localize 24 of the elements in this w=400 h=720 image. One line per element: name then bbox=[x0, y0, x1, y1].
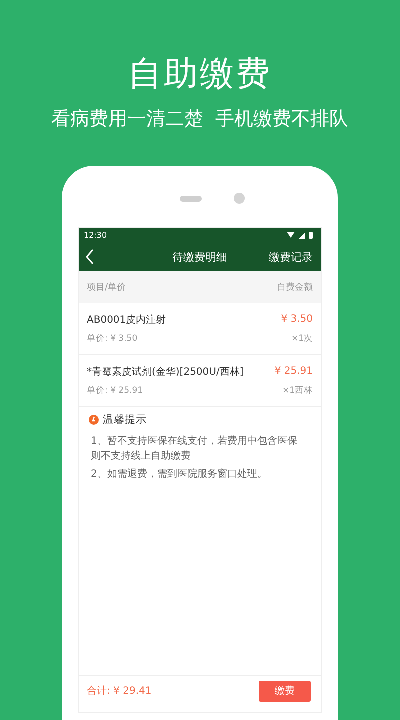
speaker-icon bbox=[180, 196, 202, 202]
subtitle: 看病费用一清二楚 手机缴费不排队 bbox=[51, 107, 349, 132]
item-name: AB0001皮内注射 bbox=[87, 314, 166, 326]
unit-price: 单价: ¥ 3.50 bbox=[87, 332, 138, 344]
tip-text: 2、如需退费，需到医院服务窗口处理。 bbox=[90, 468, 268, 482]
column-header: 自费金额 bbox=[277, 282, 313, 294]
payment-records-link[interactable]: 缴费记录 bbox=[269, 250, 313, 264]
status-icons-icon bbox=[286, 231, 316, 240]
total-amount: 合计: ¥ 29.41 bbox=[87, 684, 152, 698]
unit-price: 单价: ¥ 25.91 bbox=[87, 384, 144, 396]
tip-text: 1、暂不支持医保在线支付，若费用中包含医保则不支持线上自助缴费 bbox=[90, 434, 298, 464]
item-name: *青霉素皮试剂(金华)[2500U/西林] bbox=[87, 366, 244, 378]
item-amount: ¥ 3.50 bbox=[281, 314, 313, 325]
status-time: 12:30 bbox=[84, 231, 108, 240]
camera-icon bbox=[234, 193, 245, 204]
nav-title: 待缴费明细 bbox=[172, 250, 228, 264]
item-quantity: ×1次 bbox=[291, 332, 313, 344]
tips-title: 温馨提示 bbox=[103, 413, 147, 427]
item-quantity: ×1西林 bbox=[282, 384, 313, 396]
column-header: 项目/单价 bbox=[87, 282, 126, 294]
info-icon bbox=[89, 415, 99, 425]
item-amount: ¥ 25.91 bbox=[274, 366, 313, 377]
headline: 自助缴费 bbox=[128, 53, 272, 96]
back-button[interactable] bbox=[85, 249, 95, 265]
